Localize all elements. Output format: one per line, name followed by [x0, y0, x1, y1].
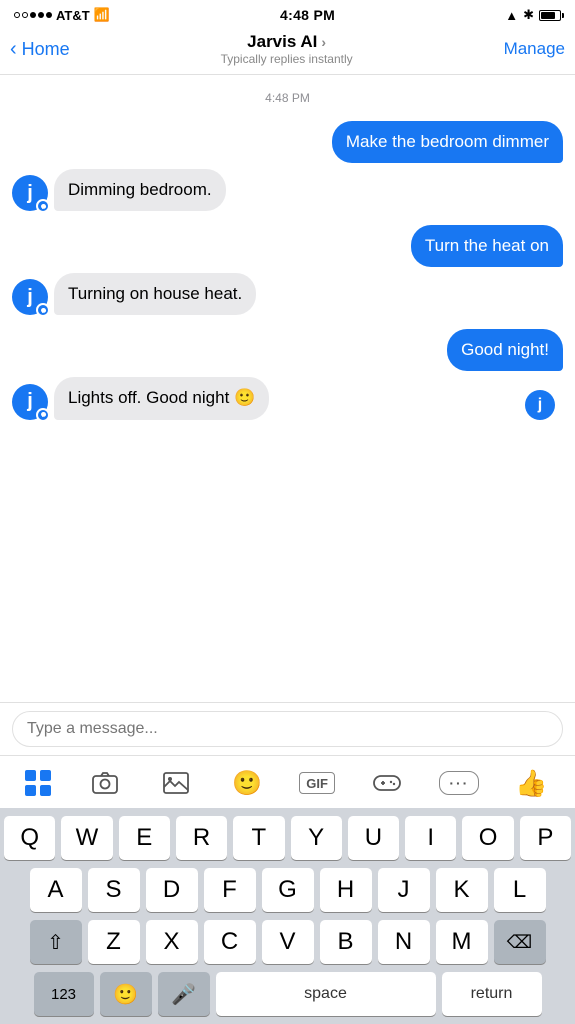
key-t[interactable]: T [233, 816, 284, 860]
key-j[interactable]: J [378, 868, 430, 912]
shift-key[interactable]: ⇧ [30, 920, 82, 964]
toolbar: 🙂 GIF ··· 👍 [0, 755, 575, 808]
emoji-key[interactable]: 🙂 [100, 972, 152, 1016]
received-bubble: Lights off. Good night 🙂 [54, 377, 269, 419]
floating-avatar: j [525, 390, 555, 420]
wifi-icon: 📶 [94, 7, 110, 23]
key-n[interactable]: N [378, 920, 430, 964]
message-row: j Dimming bedroom. [12, 169, 563, 211]
image-button[interactable] [157, 764, 195, 802]
bluetooth-icon: ✱ [523, 7, 534, 23]
key-u[interactable]: U [348, 816, 399, 860]
emoji-button[interactable]: 🙂 [228, 764, 266, 802]
key-k[interactable]: K [436, 868, 488, 912]
chat-name[interactable]: Jarvis AI › [221, 32, 353, 52]
received-bubble: Turning on house heat. [54, 273, 256, 315]
key-w[interactable]: W [61, 816, 112, 860]
message-row: Turn the heat on [12, 225, 563, 267]
avatar: j [12, 384, 48, 420]
received-bubble: Dimming bedroom. [54, 169, 226, 211]
message-row: Make the bedroom dimmer [12, 121, 563, 163]
key-o[interactable]: O [462, 816, 513, 860]
nav-bar: ‹ Home Jarvis AI › Typically replies ins… [0, 28, 575, 75]
key-z[interactable]: Z [88, 920, 140, 964]
status-left: AT&T 📶 [14, 7, 110, 23]
key-d[interactable]: D [146, 868, 198, 912]
key-s[interactable]: S [88, 868, 140, 912]
key-c[interactable]: C [204, 920, 256, 964]
keyboard-row-1: Q W E R T Y U I O P [4, 816, 571, 860]
key-r[interactable]: R [176, 816, 227, 860]
avatar: j [12, 279, 48, 315]
battery-icon [539, 10, 561, 21]
numbers-key[interactable]: 123 [34, 972, 94, 1016]
sent-bubble: Good night! [447, 329, 563, 371]
status-right: ▲ ✱ [505, 7, 561, 23]
manage-button[interactable]: Manage [504, 39, 565, 59]
key-m[interactable]: M [436, 920, 488, 964]
nav-subtitle: Typically replies instantly [221, 52, 353, 66]
keyboard: Q W E R T Y U I O P A S D F G H J K L ⇧ … [0, 808, 575, 1024]
messenger-badge-icon [36, 408, 50, 422]
key-v[interactable]: V [262, 920, 314, 964]
message-row: j Turning on house heat. [12, 273, 563, 315]
key-e[interactable]: E [119, 816, 170, 860]
gif-button[interactable]: GIF [299, 772, 335, 794]
camera-button[interactable] [86, 764, 124, 802]
message-input-bar [0, 702, 575, 755]
nav-center: Jarvis AI › Typically replies instantly [221, 32, 353, 66]
key-x[interactable]: X [146, 920, 198, 964]
carrier-label: AT&T [56, 8, 90, 23]
message-row: j Lights off. Good night 🙂 j [12, 377, 563, 419]
like-button[interactable]: 👍 [512, 764, 550, 802]
back-chevron-icon: ‹ [10, 38, 17, 61]
apps-button[interactable] [25, 769, 53, 797]
keyboard-row-2: A S D F G H J K L [4, 868, 571, 912]
back-label: Home [22, 39, 70, 60]
key-y[interactable]: Y [291, 816, 342, 860]
key-a[interactable]: A [30, 868, 82, 912]
messenger-badge-icon [36, 199, 50, 213]
key-g[interactable]: G [262, 868, 314, 912]
backspace-key[interactable]: ⌫ [494, 920, 546, 964]
chat-timestamp: 4:48 PM [12, 91, 563, 105]
key-q[interactable]: Q [4, 816, 55, 860]
name-chevron-icon: › [321, 34, 326, 50]
message-input[interactable] [12, 711, 563, 747]
back-button[interactable]: ‹ Home [10, 38, 70, 61]
status-bar: AT&T 📶 4:48 PM ▲ ✱ [0, 0, 575, 28]
more-button[interactable]: ··· [439, 771, 479, 795]
sent-bubble: Turn the heat on [411, 225, 563, 267]
space-key[interactable]: space [216, 972, 436, 1016]
keyboard-bottom-row: 123 🙂 🎤 space return [4, 972, 571, 1016]
key-l[interactable]: L [494, 868, 546, 912]
key-i[interactable]: I [405, 816, 456, 860]
microphone-key[interactable]: 🎤 [158, 972, 210, 1016]
key-f[interactable]: F [204, 868, 256, 912]
location-icon: ▲ [505, 8, 518, 23]
key-h[interactable]: H [320, 868, 372, 912]
chat-area: 4:48 PM Make the bedroom dimmer j Dimmin… [0, 75, 575, 702]
gamepad-button[interactable] [368, 764, 406, 802]
message-row: Good night! [12, 329, 563, 371]
signal-icon [14, 12, 52, 18]
key-b[interactable]: B [320, 920, 372, 964]
sent-bubble: Make the bedroom dimmer [332, 121, 563, 163]
avatar: j [12, 175, 48, 211]
key-p[interactable]: P [520, 816, 571, 860]
messenger-badge-icon [36, 303, 50, 317]
keyboard-row-3: ⇧ Z X C V B N M ⌫ [4, 920, 571, 964]
return-key[interactable]: return [442, 972, 542, 1016]
time-label: 4:48 PM [280, 7, 335, 23]
